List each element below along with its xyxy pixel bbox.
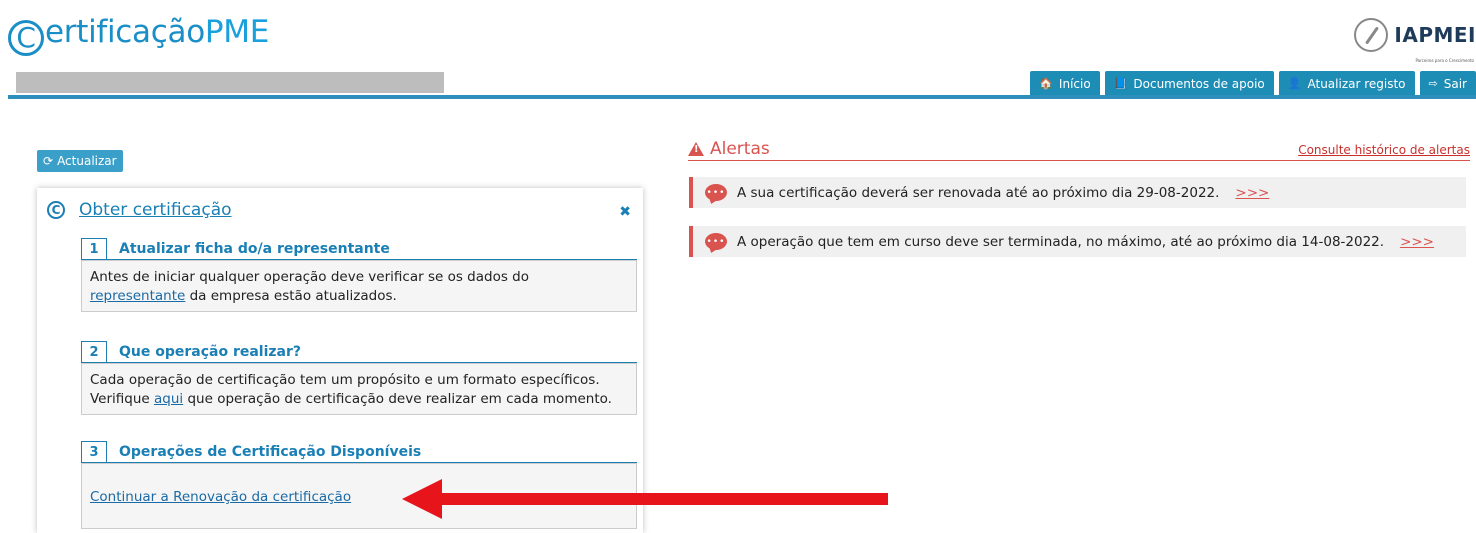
step-1-header: 1 Atualizar ficha do/a representante <box>81 238 637 260</box>
actualizar-label: Actualizar <box>57 154 117 168</box>
red-annotation-arrow <box>402 479 888 519</box>
panel-title-text[interactable]: Obter certificação <box>79 200 232 220</box>
nav-inicio-label: Início <box>1058 76 1091 91</box>
alert-history-link[interactable]: Consulte histórico de alertas <box>1298 143 1470 157</box>
step-title: Atualizar ficha do/a representante <box>107 238 637 260</box>
iapmei-name: IAPMEI <box>1394 23 1476 47</box>
alert-text: A sua certificação deverá ser renovada a… <box>737 184 1220 201</box>
step-2-line2-text: que operação de certificação deve realiz… <box>183 391 612 407</box>
continuar-renovacao-link[interactable]: Continuar a Renovação da certificação <box>90 489 351 505</box>
step-1: 1 Atualizar ficha do/a representante Ant… <box>81 238 637 312</box>
step-1-line2-text: da empresa estão atualizados. <box>185 288 397 304</box>
step-1-body: Antes de iniciar qualquer operação deve … <box>81 260 637 312</box>
close-icon[interactable]: ✖ <box>619 204 631 220</box>
step-title: Operações de Certificação Disponíveis <box>107 441 637 463</box>
step-2-pre: Verifique <box>90 391 155 407</box>
alert-item: ••• A operação que tem em curso deve ser… <box>689 226 1466 257</box>
nav-documentos-button[interactable]: 📘 Documentos de apoio <box>1104 71 1274 96</box>
home-icon: 🏠 <box>1039 77 1053 90</box>
step-1-text: Antes de iniciar qualquer operação deve … <box>90 269 529 285</box>
nav-atualizar-label: Atualizar registo <box>1307 76 1406 91</box>
aqui-link[interactable]: aqui <box>154 391 183 407</box>
copyright-c-icon: C <box>47 201 65 219</box>
nav-inicio-button[interactable]: 🏠 Início <box>1030 71 1100 96</box>
alert-more-link[interactable]: >>> <box>1235 185 1269 201</box>
nav-sair-button[interactable]: ⇨ Sair <box>1419 71 1476 96</box>
alerts-title: Alertas <box>688 139 770 159</box>
step-3-header: 3 Operações de Certificação Disponíveis <box>81 441 637 463</box>
user-icon: 👤 <box>1287 77 1302 90</box>
step-2-text: Cada operação de certificação tem um pro… <box>90 372 600 388</box>
step-2-header: 2 Que operação realizar? <box>81 341 637 363</box>
header-divider <box>8 95 1476 99</box>
iapmei-ring-icon <box>1354 18 1389 52</box>
iapmei-subtitle: Parceiros para o Crescimento <box>1415 58 1474 63</box>
header: CertificaçãoPME IAPMEI Parceiros para o … <box>0 0 1476 100</box>
step-1-line2: representante da empresa estão atualizad… <box>90 287 628 306</box>
comment-icon: ••• <box>705 184 727 201</box>
step-number: 2 <box>81 341 107 363</box>
certificacao-pme-logo[interactable]: CertificaçãoPME <box>8 14 269 56</box>
comment-icon: ••• <box>705 233 727 250</box>
iapmei-logo[interactable]: IAPMEI Parceiros para o Crescimento <box>1354 18 1476 63</box>
nav-atualizar-registo-button[interactable]: 👤 Atualizar registo <box>1278 71 1415 96</box>
redacted-company-bar <box>16 72 444 93</box>
top-nav: 🏠 Início 📘 Documentos de apoio 👤 Atualiz… <box>1030 71 1476 96</box>
step-2-body: Cada operação de certificação tem um pro… <box>81 363 637 415</box>
logout-icon: ⇨ <box>1428 77 1438 90</box>
alert-item: ••• A sua certificação deverá ser renova… <box>689 177 1466 208</box>
logo-c-mark: C <box>8 20 44 56</box>
panel-title[interactable]: C Obter certificação <box>47 200 232 220</box>
step-number: 3 <box>81 441 107 463</box>
step-2: 2 Que operação realizar? Cada operação d… <box>81 341 637 415</box>
book-icon: 📘 <box>1113 77 1128 90</box>
logo-text: ertificação <box>45 14 205 50</box>
representante-link[interactable]: representante <box>90 288 185 304</box>
actualizar-button[interactable]: ⟳ Actualizar <box>37 150 123 172</box>
refresh-icon: ⟳ <box>43 154 54 168</box>
alert-more-link[interactable]: >>> <box>1400 234 1434 250</box>
logo-pme: PME <box>204 14 269 50</box>
step-2-line2: Verifique aqui que operação de certifica… <box>90 390 628 409</box>
warning-icon <box>688 142 704 156</box>
nav-documentos-label: Documentos de apoio <box>1133 76 1265 91</box>
step-title: Que operação realizar? <box>107 341 637 363</box>
alerts-header: Alertas Consulte histórico de alertas <box>688 139 1470 161</box>
step-number: 1 <box>81 238 107 260</box>
nav-sair-label: Sair <box>1443 76 1467 91</box>
alerts-title-text: Alertas <box>710 139 770 159</box>
alert-text: A operação que tem em curso deve ser ter… <box>737 233 1385 250</box>
